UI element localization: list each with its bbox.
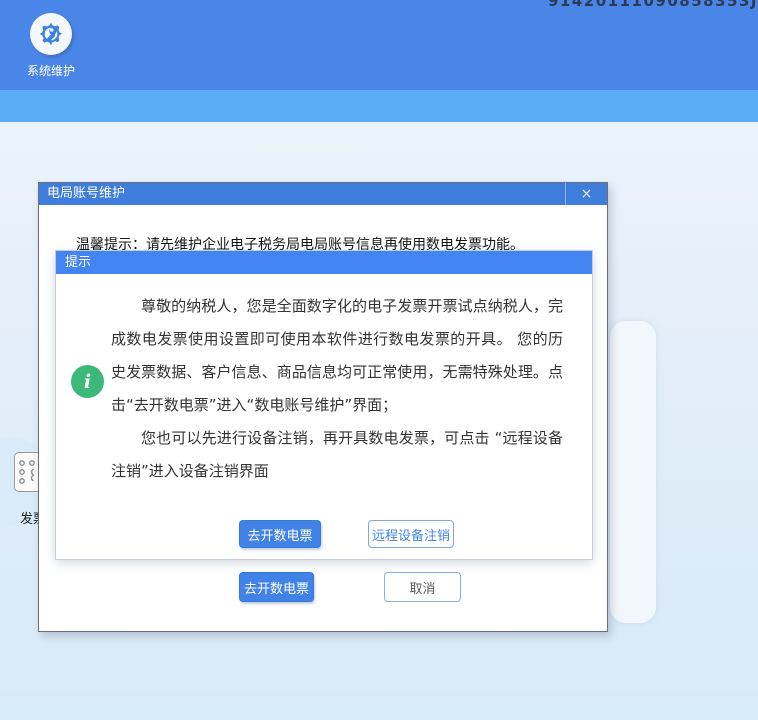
prompt-title: 提示: [65, 255, 91, 270]
secondary-header-band: [0, 90, 758, 122]
info-icon: i: [71, 365, 104, 398]
top-header-bar: 91420111090858353J 系统维护: [0, 0, 758, 90]
prompt-paragraph-2: 您也可以先进行设备注销，再开具数电发票，可点击 “远程设备注销”进入设备注销界面: [111, 422, 563, 488]
go-open-digital-invoice-button-inner[interactable]: 去开数电票: [239, 520, 321, 548]
cancel-button[interactable]: 取消: [384, 572, 461, 602]
sidebar-item-label: 系统维护: [20, 62, 82, 79]
close-icon[interactable]: ×: [565, 183, 607, 205]
go-open-digital-invoice-button[interactable]: 去开数电票: [239, 572, 314, 602]
remote-device-logout-button[interactable]: 远程设备注销: [368, 520, 454, 548]
taxpayer-id: 91420111090858353J: [548, 0, 758, 10]
prompt-paragraph-1: 尊敬的纳税人，您是全面数字化的电子发票开票试点纳税人，完成数电发票使用设置即可使…: [111, 290, 563, 422]
dialog-titlebar[interactable]: 电局账号维护 ×: [39, 183, 607, 205]
dialog-prompt: 提示 i 尊敬的纳税人，您是全面数字化的电子发票开票试点纳税人，完成数电发票使用…: [55, 250, 593, 560]
bottom-strip: [0, 690, 758, 720]
sidebar-item-system-maintenance[interactable]: 系统维护: [20, 13, 82, 79]
gear-wrench-icon: [37, 20, 65, 48]
prompt-titlebar[interactable]: 提示: [56, 251, 592, 274]
system-maintenance-icon: [30, 13, 72, 55]
invoice-list-icon: [17, 456, 39, 488]
app-window: 91420111090858353J 系统维护: [0, 0, 758, 720]
dialog-title: 电局账号维护: [47, 186, 125, 201]
background-panel-card: [610, 321, 656, 623]
prompt-message: 尊敬的纳税人，您是全面数字化的电子发票开票试点纳税人，完成数电发票使用设置即可使…: [111, 290, 563, 488]
